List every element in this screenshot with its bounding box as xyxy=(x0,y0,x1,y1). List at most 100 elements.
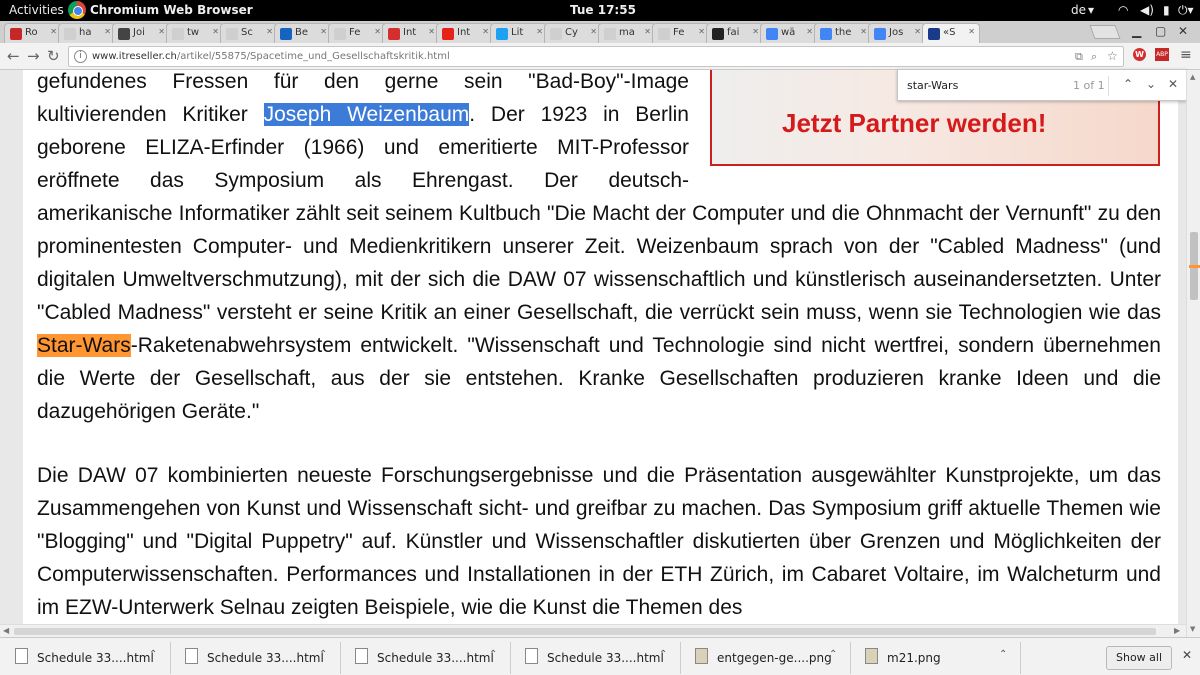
url-path: /artikel/55875/Spacetime_und_Gesellschaf… xyxy=(176,51,450,62)
close-tab-icon[interactable]: ✕ xyxy=(914,27,921,36)
adblock-icon[interactable]: ABP xyxy=(1155,48,1169,61)
close-tab-icon[interactable]: ✕ xyxy=(266,27,273,36)
activities-button[interactable]: Activities xyxy=(9,3,64,17)
app-menu[interactable]: Chromium Web Browser xyxy=(90,3,253,17)
extension-w-icon[interactable]: W xyxy=(1133,48,1146,61)
find-input[interactable]: star-Wars xyxy=(907,79,958,92)
browser-tab[interactable]: ma ✕ xyxy=(598,23,656,43)
tab-favicon-icon xyxy=(64,28,76,40)
chevron-up-icon[interactable]: ⌃ xyxy=(999,649,1007,660)
close-tab-icon[interactable]: ✕ xyxy=(590,27,597,36)
browser-tab[interactable]: Joi ✕ xyxy=(112,23,170,43)
chevron-up-icon[interactable]: ⌃ xyxy=(659,649,667,660)
scroll-up-icon[interactable]: ▲ xyxy=(1190,73,1195,81)
url-text[interactable]: www.itreseller.ch/artikel/55875/Spacetim… xyxy=(92,51,450,62)
download-item[interactable]: m21.png ⌃ xyxy=(865,642,1025,674)
download-item[interactable]: Schedule 33....html ⌃ xyxy=(355,642,515,674)
browser-tab[interactable]: Fe ✕ xyxy=(328,23,386,43)
close-tab-icon[interactable]: ✕ xyxy=(158,27,165,36)
download-filename: Schedule 33....html xyxy=(547,651,664,665)
browser-tab[interactable]: Ro ✕ xyxy=(4,23,62,43)
close-tab-icon[interactable]: ✕ xyxy=(428,27,435,36)
browser-tab[interactable]: Int ✕ xyxy=(382,23,440,43)
vertical-scrollbar[interactable]: ▲ ▼ xyxy=(1186,70,1200,637)
new-tab-button[interactable] xyxy=(1089,25,1121,39)
browser-tab[interactable]: Cy ✕ xyxy=(544,23,602,43)
volume-icon[interactable]: ◀) xyxy=(1140,3,1154,17)
chevron-up-icon[interactable]: ⌃ xyxy=(489,649,497,660)
translate-icon[interactable]: ⧉ xyxy=(1075,50,1083,64)
download-item[interactable]: entgegen-ge....png ⌃ xyxy=(695,642,855,674)
scroll-right-icon[interactable]: ▶ xyxy=(1174,626,1180,635)
close-tab-icon[interactable]: ✕ xyxy=(860,27,867,36)
close-tab-icon[interactable]: ✕ xyxy=(968,27,975,36)
back-button[interactable]: ← xyxy=(7,47,20,65)
download-item[interactable]: Schedule 33....html ⌃ xyxy=(185,642,345,674)
browser-tab[interactable]: Int ✕ xyxy=(436,23,494,43)
browser-tab[interactable]: ha ✕ xyxy=(58,23,116,43)
browser-tab[interactable]: tw ✕ xyxy=(166,23,224,43)
close-tab-icon[interactable]: ✕ xyxy=(644,27,651,36)
wifi-icon[interactable]: ◠ xyxy=(1118,3,1128,17)
article-line: eröffnete das Symposium als Ehrengast. D… xyxy=(37,169,689,192)
browser-tab[interactable]: the ✕ xyxy=(814,23,872,43)
browser-tab[interactable]: fai ✕ xyxy=(706,23,764,43)
scroll-left-icon[interactable]: ◀ xyxy=(3,626,9,635)
close-tab-icon[interactable]: ✕ xyxy=(752,27,759,36)
find-next-button[interactable]: ⌄ xyxy=(1146,77,1156,91)
image-file-icon xyxy=(695,648,708,664)
minimize-button[interactable]: ▁ xyxy=(1132,24,1141,38)
tab-label: the xyxy=(835,27,852,38)
zoom-icon[interactable]: ⌕ xyxy=(1091,50,1097,64)
browser-tab[interactable]: Jos ✕ xyxy=(868,23,926,43)
forward-button[interactable]: → xyxy=(27,47,40,65)
close-tab-icon[interactable]: ✕ xyxy=(482,27,489,36)
tab-label: Be xyxy=(295,27,309,38)
tab-favicon-icon xyxy=(712,28,724,40)
show-all-downloads-button[interactable]: Show all xyxy=(1106,646,1172,670)
article-paragraph-2: Die DAW 07 kombinierten neueste Forschun… xyxy=(37,464,1161,619)
browser-tab[interactable]: «S ✕ xyxy=(922,23,980,43)
download-filename: Schedule 33....html xyxy=(207,651,324,665)
bookmark-star-icon[interactable]: ☆ xyxy=(1107,49,1118,63)
power-icon[interactable]: ⏻▾ xyxy=(1178,3,1194,18)
chevron-down-icon[interactable]: ▾ xyxy=(1088,3,1094,17)
keyboard-layout-indicator[interactable]: de xyxy=(1071,3,1086,17)
chevron-up-icon[interactable]: ⌃ xyxy=(829,649,837,660)
find-previous-button[interactable]: ⌃ xyxy=(1123,77,1133,91)
download-filename: entgegen-ge....png xyxy=(717,651,832,665)
horizontal-scrollbar[interactable]: ◀ ▶ xyxy=(0,624,1186,637)
info-icon[interactable]: i xyxy=(74,50,87,63)
close-tab-icon[interactable]: ✕ xyxy=(212,27,219,36)
chevron-up-icon[interactable]: ⌃ xyxy=(319,649,327,660)
close-tab-icon[interactable]: ✕ xyxy=(50,27,57,36)
maximize-button[interactable]: ▢ xyxy=(1155,24,1166,38)
download-item[interactable]: Schedule 33....html ⌃ xyxy=(15,642,175,674)
browser-tab[interactable]: Lit ✕ xyxy=(490,23,548,43)
chevron-up-icon[interactable]: ⌃ xyxy=(149,649,157,660)
close-window-button[interactable]: ✕ xyxy=(1178,24,1188,38)
horizontal-scrollbar-thumb[interactable] xyxy=(14,628,1156,635)
close-tab-icon[interactable]: ✕ xyxy=(536,27,543,36)
close-tab-icon[interactable]: ✕ xyxy=(104,27,111,36)
reload-icon[interactable]: ↻ xyxy=(47,47,60,65)
close-tab-icon[interactable]: ✕ xyxy=(320,27,327,36)
html-file-icon xyxy=(15,648,28,664)
close-shelf-icon[interactable]: ✕ xyxy=(1182,648,1192,662)
close-tab-icon[interactable]: ✕ xyxy=(806,27,813,36)
browser-tab[interactable]: Be ✕ xyxy=(274,23,332,43)
menu-icon[interactable]: ≡ xyxy=(1180,47,1192,63)
close-tab-icon[interactable]: ✕ xyxy=(374,27,381,36)
browser-tab[interactable]: Fe ✕ xyxy=(652,23,710,43)
browser-tab[interactable]: wä ✕ xyxy=(760,23,818,43)
address-bar[interactable]: i www.itreseller.ch/artikel/55875/Spacet… xyxy=(68,46,1124,67)
scroll-down-icon[interactable]: ▼ xyxy=(1190,625,1195,633)
tab-favicon-icon xyxy=(496,28,508,40)
browser-tab[interactable]: Sc ✕ xyxy=(220,23,278,43)
close-tab-icon[interactable]: ✕ xyxy=(698,27,705,36)
download-separator xyxy=(1020,642,1021,674)
find-close-button[interactable]: ✕ xyxy=(1168,77,1178,91)
clock[interactable]: Tue 17:55 xyxy=(570,3,636,17)
battery-icon[interactable]: ▮ xyxy=(1163,3,1170,17)
download-item[interactable]: Schedule 33....html ⌃ xyxy=(525,642,685,674)
